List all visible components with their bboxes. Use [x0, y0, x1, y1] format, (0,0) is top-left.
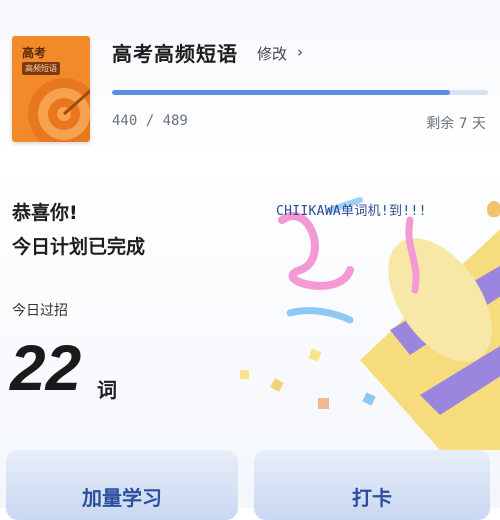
book-cover[interactable]: 高考 高频短语: [12, 36, 90, 142]
progress-count: 440 / 489: [112, 113, 188, 129]
plan-complete-text: 今日计划已完成: [12, 236, 146, 258]
book-cover-title: 高考: [22, 46, 47, 60]
chevron-right-icon[interactable]: ›: [297, 43, 303, 61]
check-in-button[interactable]: 打卡: [254, 450, 490, 520]
party-popper-illustration: [240, 197, 500, 450]
target-icon: [28, 78, 90, 142]
book-name: 高考高频短语: [112, 42, 238, 66]
emoji-icon: [487, 201, 500, 217]
add-study-label: 加量学习: [82, 486, 162, 510]
modify-button[interactable]: 修改: [257, 43, 287, 64]
banner-text: CHIIKAWA单词机!到!!!: [276, 204, 427, 219]
today-label: 今日过招: [12, 303, 68, 319]
add-study-button[interactable]: 加量学习: [6, 450, 238, 520]
word-unit: 词: [97, 378, 117, 402]
check-in-label: 打卡: [352, 486, 392, 510]
remaining-days: 剩余 7 天: [426, 116, 486, 132]
progress-bar: [112, 90, 488, 95]
progress-fill: [112, 90, 451, 95]
word-count: 22: [10, 332, 82, 404]
congrats-text: 恭喜你!: [12, 202, 78, 224]
